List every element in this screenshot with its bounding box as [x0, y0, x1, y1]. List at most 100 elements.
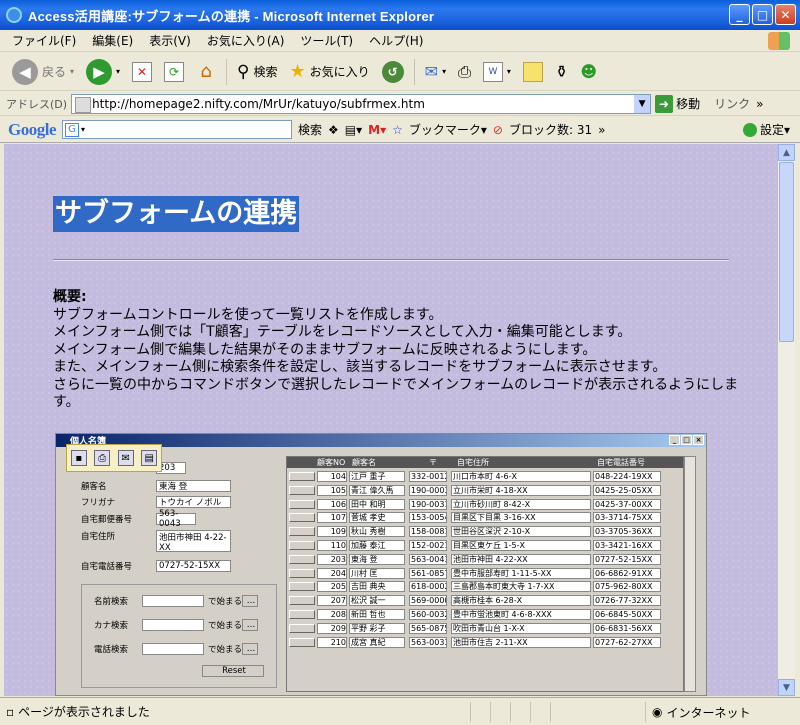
- table-row: 204 川村 匡 561-0857 豊中市服部寿町 1-11-5-XX 06-6862-…: [287, 567, 683, 580]
- status-text: ページが表示されました: [18, 705, 150, 719]
- select-record-button[interactable]: [289, 637, 315, 647]
- table-cell: 209: [317, 622, 347, 634]
- scroll-down-icon[interactable]: ▼: [778, 679, 795, 696]
- google-settings-button[interactable]: 設定▾: [742, 121, 790, 138]
- search-icon: ⚲: [237, 61, 250, 82]
- select-record-button[interactable]: [289, 485, 315, 495]
- overview-line: メインフォーム側では「T顧客」テーブルをレコードソースとして入力・編集可能としま…: [53, 324, 632, 340]
- select-record-button[interactable]: [289, 513, 315, 523]
- favorites-button[interactable]: ★ お気に入り: [286, 59, 374, 84]
- page-heading: サブフォームの連携: [53, 196, 300, 232]
- menu-tools[interactable]: ツール(T): [292, 32, 361, 49]
- grid-header: 顧客NO 顧客名 〒 自宅住所 自宅電話番号: [287, 457, 683, 468]
- select-record-button[interactable]: [289, 568, 315, 578]
- home-button[interactable]: ⌂: [192, 60, 220, 84]
- select-record-button[interactable]: [289, 541, 315, 550]
- table-cell: 106: [317, 498, 347, 510]
- grid-scrollbar: [684, 456, 696, 692]
- go-button[interactable]: ➜ 移動: [655, 94, 701, 113]
- home-icon: ⌂: [200, 61, 212, 82]
- google-tools-icon[interactable]: ❖: [328, 123, 339, 137]
- select-record-button[interactable]: [289, 623, 315, 633]
- discuss-button[interactable]: [519, 60, 547, 84]
- scroll-up-icon[interactable]: ▲: [778, 144, 795, 161]
- edit-button[interactable]: W ▾: [479, 60, 515, 84]
- search-button[interactable]: ⚲ 検索: [233, 60, 281, 84]
- google-search-input[interactable]: G ▾: [62, 120, 292, 139]
- table-cell: 203: [317, 553, 347, 565]
- google-search-button[interactable]: 検索: [298, 121, 322, 138]
- menu-edit[interactable]: 編集(E): [84, 32, 141, 49]
- table-cell: 三島郡島本町東大寺 1-7-XX: [451, 581, 591, 593]
- overview-title: 概要:: [53, 289, 87, 305]
- maximize-button[interactable]: □: [752, 4, 773, 25]
- back-button[interactable]: ◀ 戻る ▾: [8, 57, 78, 87]
- address-dropdown-icon[interactable]: ▼: [634, 94, 651, 113]
- research-button[interactable]: ⚱: [551, 60, 572, 83]
- bookmarks-button[interactable]: ブックマーク▾: [409, 121, 487, 138]
- more-chevron-icon[interactable]: »: [598, 123, 605, 137]
- history-button[interactable]: ↺: [378, 59, 408, 85]
- ie-logo-icon: [6, 7, 22, 23]
- forward-button[interactable]: ▶ ▾: [82, 57, 124, 87]
- table-cell: 高槻市桂本 6-28-X: [451, 595, 591, 607]
- print-button[interactable]: ⎙: [454, 60, 475, 84]
- table-cell: 109: [317, 526, 347, 538]
- select-record-button[interactable]: [289, 610, 315, 619]
- vertical-scrollbar[interactable]: ▲ ▼: [778, 144, 795, 696]
- table-cell: 豊中市服部寿町 1-11-5-XX: [451, 567, 591, 579]
- go-label: 移動: [676, 97, 701, 111]
- select-record-button[interactable]: [289, 554, 315, 564]
- address-label: アドレス(D): [6, 97, 68, 111]
- refresh-button[interactable]: ⟳: [160, 60, 188, 84]
- table-cell: 06-6862-91XX: [593, 567, 661, 579]
- select-record-button[interactable]: [289, 582, 315, 592]
- table-cell: 210: [317, 636, 347, 648]
- messenger-icon: ☻: [580, 62, 598, 81]
- select-record-button[interactable]: [289, 527, 315, 537]
- select-record-button[interactable]: [289, 596, 315, 606]
- menu-favorites[interactable]: お気に入り(A): [199, 32, 293, 49]
- scroll-thumb[interactable]: [779, 162, 794, 342]
- table-cell: 秋山 秀樹: [349, 526, 405, 538]
- mail-icon: ✉: [117, 450, 134, 466]
- table-cell: 池田市神田 4-22-XX: [451, 553, 591, 565]
- table-cell: 目黒区下目黒 3-16-XX: [451, 512, 591, 524]
- menu-help[interactable]: ヘルプ(H): [361, 32, 431, 49]
- menu-view[interactable]: 表示(V): [141, 32, 199, 49]
- menu-file[interactable]: ファイル(F): [4, 32, 84, 49]
- zone-text: インターネット: [666, 705, 751, 720]
- stop-button[interactable]: ✕: [128, 60, 156, 84]
- table-cell: 新田 哲也: [349, 609, 405, 620]
- table-row: 107 菅城 孝史 153-0054 目黒区下目黒 3-16-XX 03-3714-75…: [287, 511, 683, 524]
- table-cell: 吹田市青山台 1-X-X: [451, 622, 591, 634]
- table-row: 105 青江 偉久馬 190-0003 立川市栄町 4-18-XX 0425-25-05…: [287, 484, 683, 497]
- table-cell: 成宮 真紀: [349, 636, 405, 648]
- gmail-icon[interactable]: M▾: [368, 123, 386, 137]
- table-cell: 立川市栄町 4-18-XX: [451, 484, 591, 496]
- table-cell: 菅城 孝史: [349, 512, 405, 524]
- table-cell: 平野 彩子: [349, 622, 405, 634]
- google-page-icon[interactable]: ▤▾: [345, 123, 362, 137]
- minimize-button[interactable]: _: [729, 4, 750, 25]
- table-cell: 0425-37-00XX: [593, 498, 661, 510]
- stop-icon: ✕: [132, 61, 153, 82]
- table-cell: 立川市砂川町 8-42-X: [451, 498, 591, 510]
- select-record-button[interactable]: [289, 472, 315, 481]
- table-cell: 332-0012: [409, 471, 447, 482]
- links-label[interactable]: リンク: [714, 95, 750, 112]
- select-record-button[interactable]: [289, 499, 315, 509]
- blocked-count[interactable]: ブロック数: 31: [509, 121, 592, 138]
- table-cell: 107: [317, 512, 347, 524]
- chevron-right-icon[interactable]: »: [756, 97, 763, 111]
- messenger-button[interactable]: ☻: [576, 60, 601, 83]
- table-cell: 152-0021: [409, 540, 447, 551]
- table-cell: 目黒区東ケ丘 1-5-X: [451, 540, 591, 551]
- mail-button[interactable]: ✉ ▾: [421, 60, 450, 83]
- table-cell: 560-0032: [409, 609, 447, 620]
- overview-section: 概要: サブフォームコントロールを使って一覧リストを作成します。 メインフォーム…: [53, 289, 743, 412]
- green-dot-icon: [742, 122, 757, 137]
- address-input[interactable]: http://homepage2.nifty.com/MrUr/katuyo/s…: [71, 93, 652, 114]
- table-cell: 0425-25-05XX: [593, 484, 661, 496]
- close-button[interactable]: ✕: [775, 4, 796, 25]
